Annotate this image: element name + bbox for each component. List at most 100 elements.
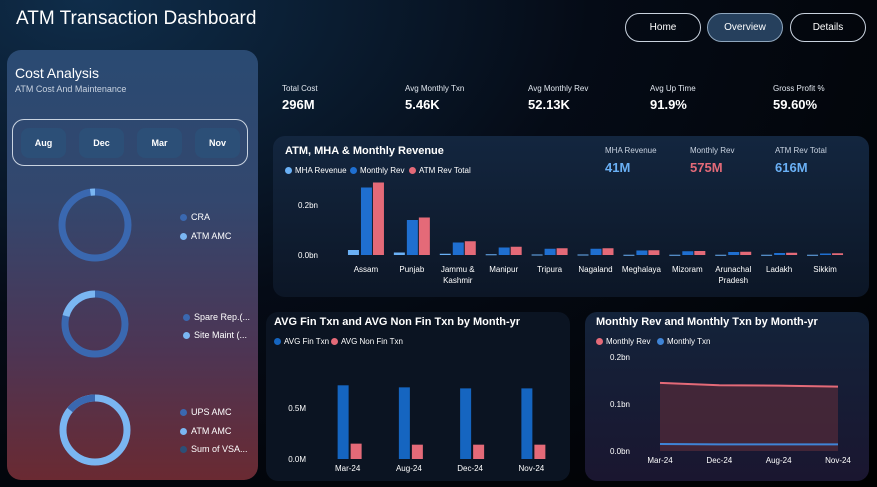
- nav-overview-button[interactable]: Overview: [707, 13, 783, 42]
- bar-atm-rev-total: [786, 252, 798, 255]
- x-tick-label: Mar-24: [647, 456, 673, 465]
- bar-avg-non-fin-txn: [411, 444, 423, 459]
- x-tick-label: Meghalaya: [622, 265, 662, 274]
- bar-monthly-rev: [636, 250, 648, 255]
- x-tick-label: Mizoram: [672, 265, 703, 274]
- bar-monthly-rev: [360, 187, 372, 255]
- donut-1-ring: [58, 188, 132, 262]
- bar-mha-revenue: [393, 252, 405, 255]
- bar-mha-revenue: [623, 254, 635, 256]
- x-tick-label: Mar-24: [335, 464, 361, 473]
- bar-avg-fin-txn: [460, 388, 472, 459]
- x-tick-label: Manipur: [489, 265, 518, 274]
- bar-mha-revenue: [485, 254, 497, 256]
- bar-monthly-rev: [820, 253, 832, 255]
- bar-atm-rev-total: [372, 182, 384, 255]
- legend-atm-amc: ATM AMC: [180, 231, 231, 241]
- bar-monthly-rev: [452, 242, 464, 255]
- legend-dot: [180, 427, 187, 435]
- bar-mha-revenue: [531, 254, 543, 256]
- legend-dot: [180, 213, 187, 221]
- nav-details-button[interactable]: Details: [790, 13, 866, 42]
- bar-monthly-rev: [498, 247, 510, 255]
- x-tick-label: Sikkim: [813, 265, 837, 274]
- x-tick-label: Kashmir: [443, 276, 473, 285]
- bar-mha-revenue: [347, 250, 359, 255]
- area-monthly-rev: [660, 382, 838, 451]
- bar-mha-revenue: [439, 253, 451, 255]
- legend-spare-rep: Spare Rep.(...: [183, 312, 250, 322]
- bar-atm-rev-total: [740, 251, 752, 255]
- x-tick-label: Nov-24: [518, 464, 544, 473]
- legend-label: ATM AMC: [191, 426, 232, 436]
- kpi-gross-profit-value: 59.60%: [773, 97, 818, 112]
- bar-atm-rev-total: [464, 241, 476, 255]
- legend-site-maint: Site Maint (...: [183, 330, 247, 340]
- x-tick-label: Jammu &: [441, 265, 475, 274]
- bar-atm-rev-total: [832, 253, 844, 255]
- x-tick-label: Tripura: [537, 265, 563, 274]
- x-tick-label: Aug-24: [396, 464, 422, 473]
- legend-sum-vsa: Sum of VSA...: [180, 444, 248, 454]
- kpi-total-cost-value: 296M: [282, 97, 315, 112]
- x-tick-label: Nagaland: [578, 265, 612, 274]
- bar-atm-rev-total: [602, 248, 614, 255]
- bar-monthly-rev: [774, 253, 786, 255]
- x-tick-label: Arunachal: [715, 265, 751, 274]
- legend-atm-amc-2: ATM AMC: [180, 426, 231, 436]
- bar-avg-non-fin-txn: [350, 443, 362, 459]
- x-tick-label: Dec-24: [706, 456, 732, 465]
- y-tick-label: 0.1bn: [610, 400, 630, 409]
- kpi-gross-profit-label: Gross Profit %: [773, 84, 825, 93]
- y-tick-label: 0.2bn: [298, 201, 318, 210]
- x-tick-label: Aug-24: [766, 456, 792, 465]
- x-tick-label: Assam: [354, 265, 379, 274]
- kpi-avg-monthly-rev-label: Avg Monthly Rev: [528, 84, 589, 93]
- bar-monthly-rev: [590, 248, 602, 255]
- x-tick-label: Pradesh: [718, 276, 748, 285]
- bar-avg-non-fin-txn: [534, 444, 546, 459]
- revenue-bar-chart: 0.2bn 0.0bn Assam Punjab Jammu & Kashmir Manip…: [298, 182, 844, 285]
- legend-dot: [180, 232, 187, 240]
- legend-ups-amc: UPS AMC: [180, 407, 232, 417]
- x-tick-label: Punjab: [399, 265, 424, 274]
- bar-atm-rev-total: [648, 250, 660, 255]
- donut-3-slice: [67, 394, 96, 413]
- bar-mha-revenue: [807, 254, 819, 256]
- bar-monthly-rev: [682, 251, 694, 255]
- bar-avg-fin-txn: [337, 385, 349, 459]
- legend-dot: [180, 408, 187, 416]
- legend-label: Sum of VSA...: [191, 444, 248, 454]
- kpi-total-cost-label: Total Cost: [282, 84, 318, 93]
- bar-mha-revenue: [715, 254, 727, 256]
- kpi-avg-monthly-txn-value: 5.46K: [405, 97, 440, 112]
- bar-mha-revenue: [761, 254, 773, 256]
- y-tick-label: 0.2bn: [610, 353, 630, 362]
- fin-bar-chart: 0.5M 0.0M Mar-24 Aug-24 Dec-24 Nov-24: [288, 385, 546, 473]
- legend-dot: [183, 313, 190, 321]
- legend-dot: [183, 331, 190, 339]
- legend-label: ATM AMC: [191, 231, 232, 241]
- x-tick-label: Dec-24: [457, 464, 483, 473]
- legend-label: Site Maint (...: [194, 330, 248, 340]
- monthly-area-chart: 0.2bn 0.1bn 0.0bn Mar-24 Dec-24 Aug-24 Nov-24: [610, 353, 851, 465]
- kpi-avg-monthly-rev-value: 52.13K: [528, 97, 570, 112]
- bar-monthly-rev: [544, 248, 556, 255]
- legend-label: Spare Rep.(...: [194, 312, 251, 322]
- bar-avg-fin-txn: [521, 388, 533, 459]
- bar-monthly-rev: [728, 252, 740, 255]
- y-tick-label: 0.0M: [288, 455, 306, 464]
- y-tick-label: 0.0bn: [298, 251, 318, 260]
- kpi-avg-up-time-value: 91.9%: [650, 97, 687, 112]
- bar-atm-rev-total: [556, 248, 568, 255]
- bar-atm-rev-total: [418, 217, 430, 255]
- x-tick-label: Nov-24: [825, 456, 851, 465]
- nav-home-button[interactable]: Home: [625, 13, 701, 42]
- bar-atm-rev-total: [510, 246, 522, 255]
- bar-mha-revenue: [669, 254, 681, 256]
- bar-atm-rev-total: [694, 251, 706, 255]
- bar-avg-fin-txn: [398, 387, 410, 459]
- bar-avg-non-fin-txn: [473, 444, 485, 459]
- legend-label: UPS AMC: [191, 407, 232, 417]
- bar-mha-revenue: [577, 254, 589, 256]
